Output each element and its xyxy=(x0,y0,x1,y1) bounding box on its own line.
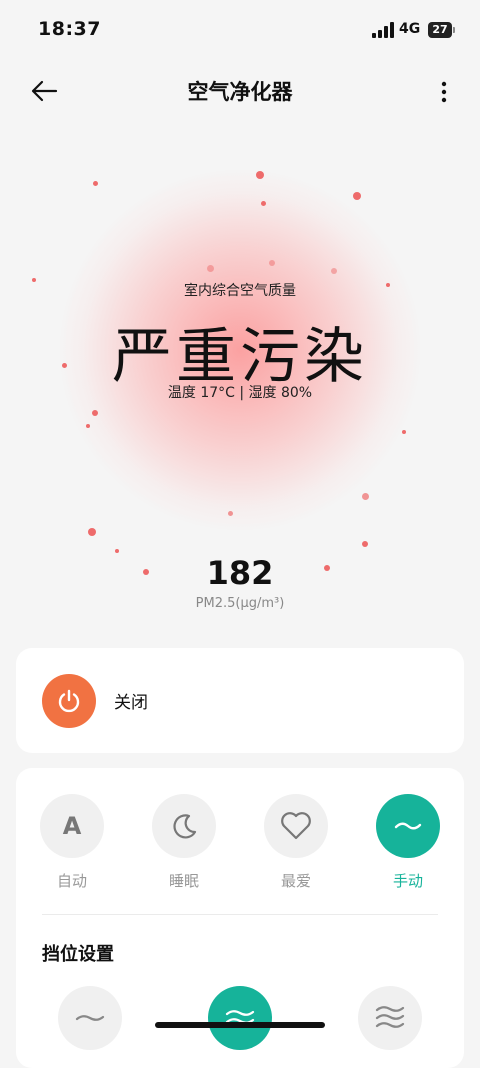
mode-label: 手动 xyxy=(392,872,423,890)
air-quality-caption: 室内综合空气质量 xyxy=(184,283,296,299)
gear-high-button[interactable] xyxy=(358,986,422,1050)
pm25-value: 182 xyxy=(206,554,274,592)
status-time: 18:37 xyxy=(38,18,101,40)
home-indicator[interactable] xyxy=(155,1022,325,1028)
cellular-signal-icon xyxy=(372,22,394,42)
wave-icon xyxy=(394,822,422,830)
heart-icon xyxy=(281,812,311,840)
status-bar: 18:37 4G 27 xyxy=(0,0,480,60)
gear-mid-button[interactable] xyxy=(208,986,272,1050)
auto-a-icon: A xyxy=(62,812,82,840)
power-icon xyxy=(58,689,80,713)
mode-favorite-button[interactable]: 最爱 xyxy=(264,794,328,891)
air-quality-display: 室内综合空气质量 严重污染 温度 17°C | 湿度 80% 182 PM2.5… xyxy=(0,130,480,630)
battery-level: 27 xyxy=(428,22,452,38)
high-wave-icon xyxy=(375,1006,405,1028)
low-wave-icon xyxy=(75,1015,105,1021)
pm25-unit: PM2.5(μg/m³) xyxy=(195,596,285,611)
power-button[interactable] xyxy=(42,674,96,728)
mode-label: 睡眠 xyxy=(168,872,199,890)
page-title: 空气净化器 xyxy=(187,80,293,104)
gear-settings-title: 挡位设置 xyxy=(42,944,114,965)
mode-sleep-button[interactable]: 睡眠 xyxy=(152,794,216,891)
battery-icon: 27 xyxy=(428,22,456,38)
gear-low-button[interactable] xyxy=(58,986,122,1050)
app-header: 空气净化器 xyxy=(0,60,480,120)
mode-manual-button[interactable]: 手动 xyxy=(376,794,440,891)
mode-auto-button[interactable]: A 自动 xyxy=(40,794,104,891)
power-card: 关闭 xyxy=(16,648,464,753)
more-vertical-icon[interactable] xyxy=(434,78,454,106)
mode-label: 自动 xyxy=(56,872,87,890)
network-type: 4G xyxy=(399,21,421,37)
divider xyxy=(42,914,438,915)
mid-wave-icon xyxy=(225,1010,255,1024)
moon-icon xyxy=(173,814,197,839)
mode-label: 最爱 xyxy=(280,872,311,890)
power-status-label: 关闭 xyxy=(114,693,148,713)
temperature-humidity: 温度 17°C | 湿度 80% xyxy=(167,385,313,401)
